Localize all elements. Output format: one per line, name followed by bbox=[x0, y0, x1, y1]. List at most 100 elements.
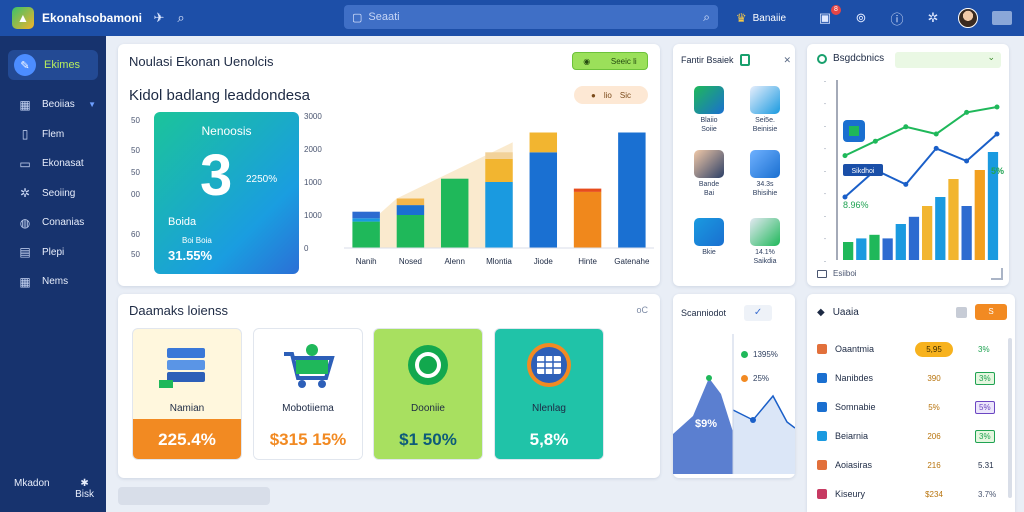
alert-icon[interactable]: ⊚ bbox=[850, 10, 872, 26]
trend-footer-label: Esiiboi bbox=[833, 269, 857, 278]
sidebar: ✎ Ekimes ▦ Beoiias ▼ ▯ Flem ▭ Ekonasat ✲ Seoi… bbox=[0, 36, 106, 512]
cart-icon bbox=[254, 329, 362, 401]
sidebar-item-7[interactable]: ▦ Nems bbox=[0, 267, 106, 297]
sidebar-item-label: Ekonasat bbox=[42, 158, 84, 170]
scrollbar[interactable] bbox=[1008, 338, 1012, 498]
kpi-card[interactable]: Nenoosis 3 2250% Boida Boi Boia 31.55% bbox=[154, 112, 299, 274]
resize-handle[interactable] bbox=[991, 268, 1003, 280]
green-series-line-point bbox=[964, 109, 970, 115]
calendar-icon bbox=[495, 329, 603, 401]
notifications-icon[interactable]: ▣ 8 bbox=[814, 5, 841, 26]
image-icon bbox=[817, 269, 827, 278]
service-tile[interactable]: Sei5e. Beinisie bbox=[739, 84, 791, 140]
camera-icon bbox=[750, 86, 780, 114]
range-chip[interactable]: ● lio Sic bbox=[574, 86, 648, 104]
service-tile[interactable]: Bkie bbox=[683, 216, 735, 272]
doc-icon: ▤ bbox=[19, 245, 31, 260]
sidebar-item-3[interactable]: ▭ Ekonasat bbox=[0, 149, 106, 179]
service-tile-label: Blaiio bbox=[700, 117, 718, 124]
services-title: Fantir Bsaiek bbox=[681, 55, 734, 65]
summary-tile[interactable]: Namian 225.4% bbox=[132, 328, 242, 460]
magnifier-icon[interactable]: ⌕ bbox=[703, 10, 710, 25]
period-selector[interactable]: ◉ Seeic li bbox=[572, 52, 648, 70]
metric-row[interactable]: Kiseury $234 3.7% bbox=[817, 483, 1005, 505]
left-axis-tick: 00 bbox=[131, 190, 140, 199]
avatar[interactable] bbox=[958, 8, 978, 28]
metric-row[interactable]: Beiarnia 206 3% bbox=[817, 425, 1005, 447]
summary-tile[interactable]: Mobotiiema $315 15% bbox=[253, 328, 363, 460]
summary-tile[interactable]: Dooniie $1 50% bbox=[373, 328, 483, 460]
service-tile[interactable]: Blaiio Soiie bbox=[683, 84, 735, 140]
screen-icon: ▭ bbox=[19, 156, 31, 171]
service-tile[interactable]: 14.1% Saikdia bbox=[739, 216, 791, 272]
user-plan-chip[interactable]: ♛ Banaiie bbox=[736, 11, 786, 25]
metrics-action-button[interactable]: S bbox=[975, 304, 1007, 320]
trend-dropdown[interactable]: ⌄ bbox=[895, 52, 1001, 68]
sidebar-active-label: Ekimes bbox=[44, 59, 81, 71]
sidebar-item-active[interactable]: ✎ Ekimes bbox=[8, 50, 98, 80]
metric-row[interactable]: Oaantmia 5,95 3% bbox=[817, 338, 1005, 360]
ring-icon bbox=[374, 329, 482, 401]
sidebar-item-2[interactable]: ▯ Flem bbox=[0, 120, 106, 150]
metric-value: 206 bbox=[915, 428, 953, 444]
check-icon[interactable]: ✓ bbox=[744, 305, 773, 321]
trend-bar bbox=[856, 238, 867, 260]
search-bar[interactable]: ▢ ⌕ bbox=[344, 5, 718, 29]
trend-bar bbox=[843, 242, 854, 260]
service-tile-label: Bhisihie bbox=[752, 190, 778, 197]
search-input[interactable] bbox=[368, 11, 698, 23]
kpi-big-number: 3 bbox=[200, 143, 233, 208]
document-icon[interactable] bbox=[739, 54, 750, 66]
metric-value: 5% bbox=[915, 399, 953, 415]
menu-icon[interactable] bbox=[992, 11, 1012, 25]
metric-row[interactable]: Nanibdes 390 3% bbox=[817, 367, 1005, 389]
square-icon[interactable] bbox=[956, 306, 967, 318]
sidebar-item-4[interactable]: ✲ Seoiing bbox=[0, 179, 106, 209]
trend-chart: ---------Sikdhoi5%8.96%NiaAinAntElia bbox=[824, 79, 1004, 265]
trend-pct-mid: 8.96% bbox=[843, 200, 869, 210]
metric-name: Somnabie bbox=[835, 402, 876, 412]
trend-bar bbox=[895, 224, 906, 260]
summary-expand-link[interactable]: oC bbox=[636, 305, 648, 315]
sidebar-item-label: Beoiias bbox=[42, 99, 75, 111]
metric-row[interactable]: Somnabie 5% 5% bbox=[817, 396, 1005, 418]
green-series-line-point bbox=[872, 138, 878, 144]
summary-tile-value: $1 50% bbox=[374, 419, 482, 459]
y-tick-label: - bbox=[824, 259, 826, 265]
metric-change: 3% bbox=[975, 343, 993, 355]
service-tile-label: Bai bbox=[703, 190, 715, 197]
service-tile[interactable]: 34.3s Bhisihie bbox=[739, 148, 791, 204]
info-icon[interactable]: ⓘ bbox=[886, 9, 908, 28]
sidebar-item-6[interactable]: ▤ Plepi bbox=[0, 238, 106, 268]
book-icon: ▯ bbox=[21, 127, 29, 142]
sidebar-footer-action[interactable]: ✱ Bisk bbox=[75, 478, 94, 500]
area-legend-item: 1395% bbox=[741, 350, 778, 359]
metric-name: Aoiasiras bbox=[835, 460, 873, 470]
service-tile[interactable]: Bande Bai bbox=[683, 148, 735, 204]
settings-icon[interactable]: ✲ bbox=[922, 10, 944, 26]
green-series-line-point bbox=[994, 104, 1000, 110]
search-shortcut-icon[interactable]: ⌕ bbox=[170, 10, 192, 26]
shield-icon bbox=[694, 86, 724, 114]
metric-icon bbox=[817, 431, 827, 441]
metric-row[interactable]: Aoiasiras 216 5.31 bbox=[817, 454, 1005, 476]
apps-icon: ▦ bbox=[19, 274, 31, 289]
summary-tile-label: Dooniie bbox=[411, 403, 445, 414]
bar-segment bbox=[485, 152, 513, 159]
summary-tile[interactable]: Nlenlag 5,8% bbox=[494, 328, 604, 460]
pin-icon[interactable]: ✈ bbox=[148, 10, 170, 26]
area-legend-label: 1395% bbox=[753, 350, 778, 359]
horizontal-scrollbar[interactable] bbox=[118, 487, 270, 505]
kpi-small-value: 2250% bbox=[246, 174, 278, 185]
range-chip-right: Sic bbox=[619, 90, 631, 100]
sidebar-footer-action-label: Bisk bbox=[75, 489, 94, 500]
sidebar-item-1[interactable]: ▦ Beoiias ▼ bbox=[0, 90, 106, 120]
trend-pct-top: 5% bbox=[991, 166, 1004, 176]
period-selector-label: Seeic li bbox=[610, 56, 637, 66]
metric-value: 390 bbox=[915, 370, 953, 386]
notification-badge: 8 bbox=[831, 5, 841, 15]
sidebar-footer-label[interactable]: Mkadon bbox=[14, 478, 50, 500]
close-icon[interactable]: ✕ bbox=[783, 55, 791, 66]
y-tick-label: - bbox=[824, 192, 826, 198]
sidebar-item-5[interactable]: ◍ Conanias bbox=[0, 208, 106, 238]
